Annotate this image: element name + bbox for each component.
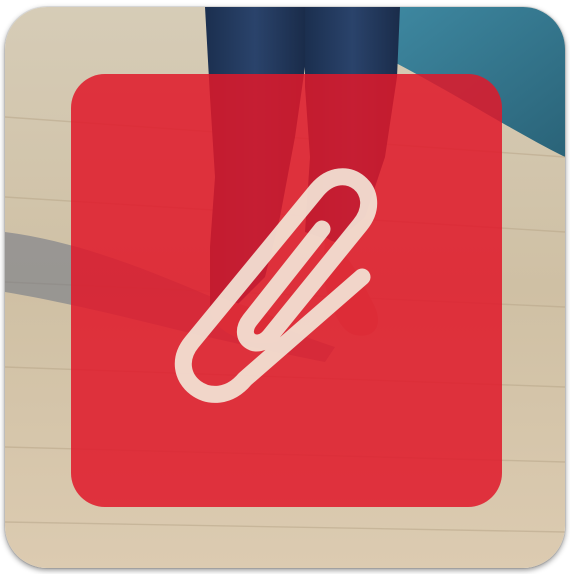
paperclip-icon (174, 168, 378, 403)
app-icon[interactable] (5, 7, 565, 568)
stage (0, 0, 570, 574)
